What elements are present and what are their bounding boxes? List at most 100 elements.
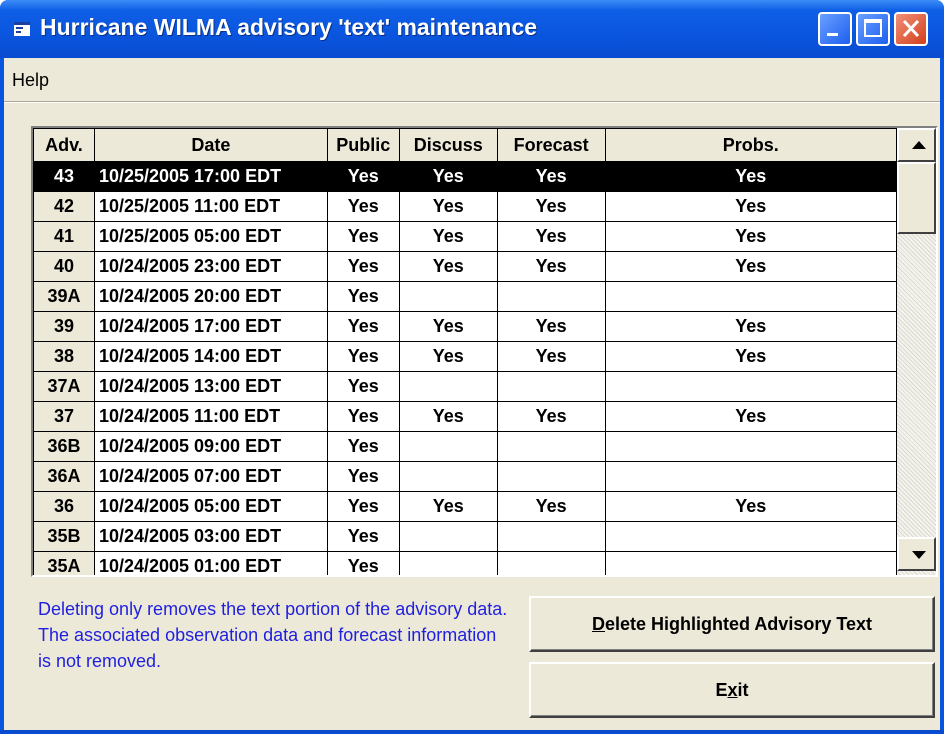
cell-adv[interactable]: 43 (33, 161, 95, 192)
cell-discuss[interactable]: Yes (398, 341, 498, 372)
column-header-date[interactable]: Date (93, 128, 328, 162)
scroll-up-button[interactable] (897, 128, 936, 162)
cell-public[interactable]: Yes (326, 161, 400, 192)
maximize-button[interactable] (856, 12, 890, 46)
cell-probs[interactable] (604, 281, 897, 312)
exit-button[interactable]: Exit (529, 662, 935, 718)
cell-public[interactable]: Yes (326, 221, 400, 252)
cell-date[interactable]: 10/24/2005 07:00 EDT (93, 461, 328, 492)
table-row[interactable]: 36 10/24/2005 05:00 EDT Yes Yes Yes Yes (33, 491, 897, 522)
cell-probs[interactable] (604, 431, 897, 462)
cell-forecast[interactable] (496, 371, 606, 402)
cell-public[interactable]: Yes (326, 251, 400, 282)
cell-public[interactable]: Yes (326, 341, 400, 372)
cell-date[interactable]: 10/24/2005 05:00 EDT (93, 491, 328, 522)
scroll-down-button[interactable] (897, 537, 936, 571)
cell-adv[interactable]: 40 (33, 251, 95, 282)
cell-forecast[interactable]: Yes (496, 491, 606, 522)
cell-probs[interactable] (604, 461, 897, 492)
cell-forecast[interactable] (496, 431, 606, 462)
menu-help[interactable]: Help (12, 70, 49, 91)
advisory-grid[interactable]: Adv. Date Public Discuss Forecast Probs.… (31, 126, 938, 577)
cell-date[interactable]: 10/24/2005 01:00 EDT (93, 551, 328, 575)
cell-adv[interactable]: 42 (33, 191, 95, 222)
cell-public[interactable]: Yes (326, 521, 400, 552)
table-row[interactable]: 35A 10/24/2005 01:00 EDT Yes (33, 551, 897, 575)
cell-date[interactable]: 10/24/2005 13:00 EDT (93, 371, 328, 402)
cell-date[interactable]: 10/24/2005 20:00 EDT (93, 281, 328, 312)
cell-public[interactable]: Yes (326, 401, 400, 432)
scroll-thumb[interactable] (897, 162, 936, 234)
column-header-probs[interactable]: Probs. (604, 128, 897, 162)
cell-date[interactable]: 10/25/2005 11:00 EDT (93, 191, 328, 222)
cell-public[interactable]: Yes (326, 551, 400, 575)
cell-adv[interactable]: 35A (33, 551, 95, 575)
cell-date[interactable]: 10/24/2005 11:00 EDT (93, 401, 328, 432)
cell-date[interactable]: 10/24/2005 09:00 EDT (93, 431, 328, 462)
table-row[interactable]: 39 10/24/2005 17:00 EDT Yes Yes Yes Yes (33, 311, 897, 342)
cell-probs[interactable]: Yes (604, 341, 897, 372)
table-row[interactable]: 41 10/25/2005 05:00 EDT Yes Yes Yes Yes (33, 221, 897, 252)
cell-adv[interactable]: 37A (33, 371, 95, 402)
table-row[interactable]: 39A 10/24/2005 20:00 EDT Yes (33, 281, 897, 312)
table-row[interactable]: 38 10/24/2005 14:00 EDT Yes Yes Yes Yes (33, 341, 897, 372)
column-header-public[interactable]: Public (326, 128, 400, 162)
delete-advisory-button[interactable]: Delete Highlighted Advisory Text (529, 596, 935, 652)
title-bar[interactable]: Hurricane WILMA advisory 'text' maintena… (0, 0, 944, 58)
table-row[interactable]: 37A 10/24/2005 13:00 EDT Yes (33, 371, 897, 402)
cell-discuss[interactable]: Yes (398, 401, 498, 432)
cell-public[interactable]: Yes (326, 371, 400, 402)
cell-adv[interactable]: 36B (33, 431, 95, 462)
cell-date[interactable]: 10/25/2005 17:00 EDT (93, 161, 328, 192)
cell-adv[interactable]: 36A (33, 461, 95, 492)
cell-adv[interactable]: 39 (33, 311, 95, 342)
cell-discuss[interactable]: Yes (398, 311, 498, 342)
cell-discuss[interactable]: Yes (398, 491, 498, 522)
table-row[interactable]: 43 10/25/2005 17:00 EDT Yes Yes Yes Yes (33, 161, 897, 192)
cell-public[interactable]: Yes (326, 311, 400, 342)
column-header-adv[interactable]: Adv. (33, 128, 95, 162)
column-header-discuss[interactable]: Discuss (398, 128, 498, 162)
cell-discuss[interactable] (398, 551, 498, 575)
cell-discuss[interactable] (398, 431, 498, 462)
cell-forecast[interactable]: Yes (496, 161, 606, 192)
cell-forecast[interactable]: Yes (496, 341, 606, 372)
cell-forecast[interactable] (496, 521, 606, 552)
cell-probs[interactable] (604, 551, 897, 575)
cell-discuss[interactable]: Yes (398, 191, 498, 222)
cell-probs[interactable]: Yes (604, 491, 897, 522)
table-row[interactable]: 35B 10/24/2005 03:00 EDT Yes (33, 521, 897, 552)
cell-public[interactable]: Yes (326, 191, 400, 222)
table-row[interactable]: 42 10/25/2005 11:00 EDT Yes Yes Yes Yes (33, 191, 897, 222)
cell-forecast[interactable]: Yes (496, 221, 606, 252)
cell-discuss[interactable] (398, 521, 498, 552)
cell-discuss[interactable]: Yes (398, 221, 498, 252)
cell-probs[interactable] (604, 521, 897, 552)
cell-adv[interactable]: 36 (33, 491, 95, 522)
cell-probs[interactable]: Yes (604, 221, 897, 252)
cell-date[interactable]: 10/24/2005 03:00 EDT (93, 521, 328, 552)
cell-public[interactable]: Yes (326, 281, 400, 312)
cell-discuss[interactable]: Yes (398, 161, 498, 192)
cell-adv[interactable]: 35B (33, 521, 95, 552)
cell-public[interactable]: Yes (326, 491, 400, 522)
cell-adv[interactable]: 38 (33, 341, 95, 372)
cell-forecast[interactable]: Yes (496, 251, 606, 282)
cell-adv[interactable]: 37 (33, 401, 95, 432)
minimize-button[interactable] (818, 12, 852, 46)
cell-date[interactable]: 10/24/2005 17:00 EDT (93, 311, 328, 342)
cell-forecast[interactable]: Yes (496, 191, 606, 222)
cell-discuss[interactable]: Yes (398, 251, 498, 282)
cell-discuss[interactable] (398, 281, 498, 312)
column-header-forecast[interactable]: Forecast (496, 128, 606, 162)
cell-public[interactable]: Yes (326, 461, 400, 492)
cell-forecast[interactable]: Yes (496, 311, 606, 342)
cell-probs[interactable]: Yes (604, 401, 897, 432)
table-row[interactable]: 40 10/24/2005 23:00 EDT Yes Yes Yes Yes (33, 251, 897, 282)
cell-date[interactable]: 10/25/2005 05:00 EDT (93, 221, 328, 252)
table-row[interactable]: 36B 10/24/2005 09:00 EDT Yes (33, 431, 897, 462)
cell-forecast[interactable] (496, 461, 606, 492)
cell-date[interactable]: 10/24/2005 14:00 EDT (93, 341, 328, 372)
cell-probs[interactable]: Yes (604, 311, 897, 342)
cell-adv[interactable]: 41 (33, 221, 95, 252)
